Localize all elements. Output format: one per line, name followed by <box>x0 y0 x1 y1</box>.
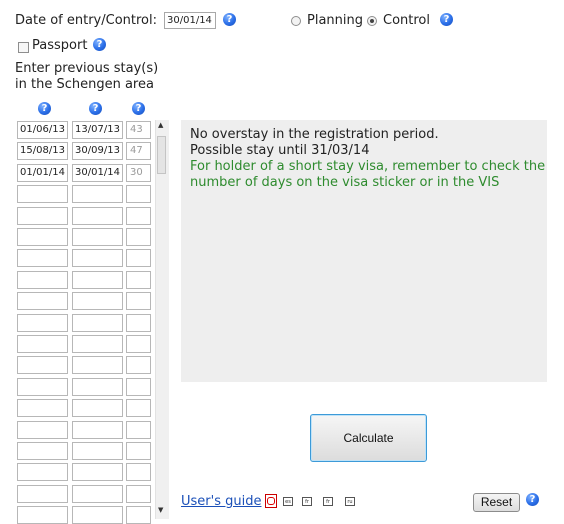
stay-days-field[interactable] <box>126 185 151 203</box>
stay-exit-date-input[interactable] <box>72 314 123 332</box>
stays-scrollbar[interactable] <box>155 120 169 519</box>
help-icon[interactable]: ? <box>93 38 106 51</box>
stay-exit-date-input[interactable] <box>72 463 123 481</box>
stay-days-field[interactable] <box>126 292 151 310</box>
stay-days-field[interactable] <box>126 421 151 439</box>
stay-exit-date-input[interactable] <box>72 356 123 374</box>
stays-instructions-line1: Enter previous stay(s) <box>15 61 159 76</box>
stay-days-field[interactable]: 30 <box>126 164 151 182</box>
stay-entry-date-input[interactable] <box>17 207 68 225</box>
stay-days-field[interactable] <box>126 314 151 332</box>
stay-exit-date-input[interactable]: 13/07/13 <box>72 121 123 139</box>
stay-entry-date-input[interactable] <box>17 228 68 246</box>
stay-days-field[interactable] <box>126 485 151 503</box>
stay-exit-date-input[interactable] <box>72 228 123 246</box>
planning-label: Planning <box>307 13 363 28</box>
stay-exit-date-input[interactable] <box>72 485 123 503</box>
stay-days-field[interactable] <box>126 399 151 417</box>
stay-entry-date-input[interactable] <box>17 399 68 417</box>
calculate-button[interactable]: Calculate <box>310 414 427 462</box>
users-guide-link[interactable]: User's guide <box>181 494 261 509</box>
planning-radio[interactable] <box>291 16 301 26</box>
date-of-entry-input[interactable]: 30/01/14 <box>164 12 216 29</box>
stay-entry-date-input[interactable] <box>17 506 68 524</box>
lang-ru-icon[interactable]: ru <box>345 497 355 506</box>
help-icon[interactable]: ? <box>89 102 102 115</box>
stays-instructions-line2: in the Schengen area <box>15 77 154 92</box>
stay-days-field[interactable] <box>126 249 151 267</box>
stay-entry-date-input[interactable] <box>17 314 68 332</box>
stay-entry-date-input[interactable] <box>17 485 68 503</box>
scroll-up-arrow-icon[interactable]: ▲ <box>158 121 163 129</box>
stay-entry-date-input[interactable] <box>17 249 68 267</box>
result-line-overstay: No overstay in the registration period. <box>190 127 439 142</box>
stay-days-field[interactable] <box>126 228 151 246</box>
result-line-possible-stay: Possible stay until 31/03/14 <box>190 143 370 158</box>
stay-exit-date-input[interactable] <box>72 421 123 439</box>
stay-entry-date-input[interactable] <box>17 335 68 353</box>
stay-exit-date-input[interactable] <box>72 185 123 203</box>
stay-exit-date-input[interactable] <box>72 271 123 289</box>
stay-entry-date-input[interactable] <box>17 356 68 374</box>
stay-exit-date-input[interactable]: 30/09/13 <box>72 142 123 160</box>
reset-button[interactable]: Reset <box>473 493 520 512</box>
help-icon[interactable]: ? <box>38 102 51 115</box>
result-panel: No overstay in the registration period. … <box>181 120 547 382</box>
control-label: Control <box>383 13 430 28</box>
stay-exit-date-input[interactable] <box>72 207 123 225</box>
help-icon[interactable]: ? <box>526 493 539 506</box>
stay-days-field[interactable] <box>126 378 151 396</box>
result-visa-note: For holder of a short stay visa, remembe… <box>190 159 546 190</box>
help-icon[interactable]: ? <box>132 102 145 115</box>
stay-exit-date-input[interactable] <box>72 292 123 310</box>
date-of-entry-label: Date of entry/Control: <box>15 13 157 28</box>
stay-exit-date-input[interactable] <box>72 378 123 396</box>
stay-days-field[interactable]: 47 <box>126 142 151 160</box>
stay-days-field[interactable] <box>126 335 151 353</box>
stay-entry-date-input[interactable] <box>17 442 68 460</box>
stay-entry-date-input[interactable] <box>17 271 68 289</box>
stay-days-field[interactable]: 43 <box>126 121 151 139</box>
stay-days-field[interactable] <box>126 271 151 289</box>
help-icon[interactable]: ? <box>440 13 453 26</box>
help-icon[interactable]: ? <box>223 13 236 26</box>
scroll-down-arrow-icon[interactable]: ▼ <box>158 506 163 514</box>
stay-exit-date-input[interactable] <box>72 335 123 353</box>
stay-entry-date-input[interactable] <box>17 292 68 310</box>
stay-days-field[interactable] <box>126 463 151 481</box>
stay-entry-date-input[interactable]: 01/06/13 <box>17 121 68 139</box>
stay-exit-date-input[interactable] <box>72 249 123 267</box>
stay-days-field[interactable] <box>126 207 151 225</box>
stay-entry-date-input[interactable]: 15/08/13 <box>17 142 68 160</box>
stay-exit-date-input[interactable] <box>72 506 123 524</box>
stay-exit-date-input[interactable] <box>72 399 123 417</box>
stay-entry-date-input[interactable] <box>17 185 68 203</box>
stay-entry-date-input[interactable] <box>17 463 68 481</box>
stay-entry-date-input[interactable] <box>17 378 68 396</box>
stay-days-field[interactable] <box>126 356 151 374</box>
stay-entry-date-input[interactable]: 01/01/14 <box>17 164 68 182</box>
pdf-icon[interactable] <box>265 494 277 508</box>
passport-checkbox[interactable] <box>18 42 29 53</box>
lang-es-icon[interactable]: es <box>283 497 293 506</box>
scrollbar-thumb[interactable] <box>157 136 166 174</box>
passport-label: Passport <box>32 38 88 53</box>
control-radio[interactable] <box>367 16 377 26</box>
stay-days-field[interactable] <box>126 442 151 460</box>
stay-exit-date-input[interactable] <box>72 442 123 460</box>
stay-exit-date-input[interactable]: 30/01/14 <box>72 164 123 182</box>
stay-entry-date-input[interactable] <box>17 421 68 439</box>
stay-days-field[interactable] <box>126 506 151 524</box>
lang-fr-icon[interactable]: fr <box>302 497 312 506</box>
lang-fr-icon[interactable]: fr <box>323 497 333 506</box>
